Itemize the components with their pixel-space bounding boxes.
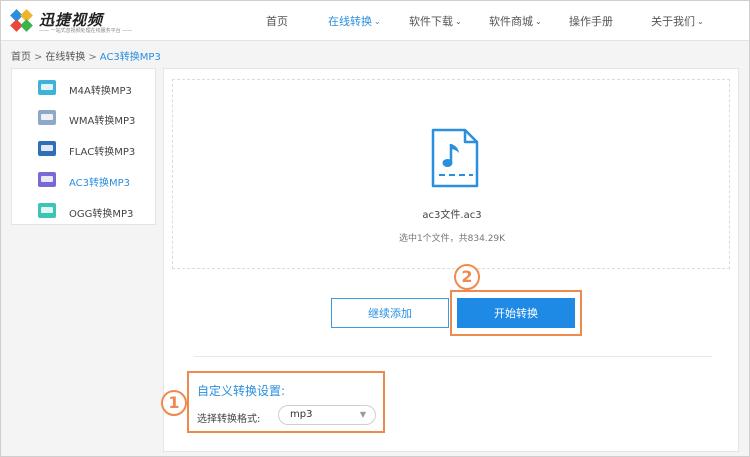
sidebar-item-flac[interactable]: FLAC转换MP3	[38, 139, 148, 159]
start-convert-button[interactable]: 开始转换	[457, 298, 575, 328]
breadcrumb-separator: >	[34, 52, 43, 63]
chevron-down-icon: ⌄	[374, 17, 381, 26]
breadcrumb: 首页 > 在线转换 > AC3转换MP3	[11, 48, 161, 63]
breadcrumb-online-convert[interactable]: 在线转换	[45, 52, 85, 63]
wma-file-icon	[38, 110, 56, 125]
section-divider	[194, 356, 712, 357]
chevron-down-icon: ⌄	[535, 17, 542, 26]
converter-sidebar: M4A转换MP3 WMA转换MP3 FLAC转换MP3 AC3转换MP3 OGG…	[11, 68, 156, 225]
nav-about[interactable]: 关于我们 ⌄	[651, 13, 704, 29]
breadcrumb-home[interactable]: 首页	[11, 52, 31, 63]
m4a-file-icon	[38, 80, 56, 95]
ac3-file-icon	[38, 172, 56, 187]
main-nav: 首页 在线转换 ⌄ 软件下载 ⌄ 软件商城 ⌄ 操作手册 关于我们 ⌄	[1, 1, 749, 41]
sidebar-item-label: AC3转换MP3	[69, 178, 131, 189]
nav-software-store[interactable]: 软件商城 ⌄	[489, 13, 542, 29]
step-2-badge: 2	[454, 264, 480, 290]
nav-online-convert-label: 在线转换	[328, 15, 372, 28]
nav-software-download-label: 软件下载	[409, 15, 453, 28]
chevron-down-icon: ⌄	[455, 17, 462, 26]
add-more-button[interactable]: 继续添加	[331, 298, 449, 328]
sidebar-item-wma[interactable]: WMA转换MP3	[38, 108, 148, 128]
settings-title: 自定义转换设置:	[197, 384, 286, 398]
format-select[interactable]: mp3 ▼	[278, 405, 376, 425]
upload-dropzone[interactable]: ac3文件.ac3 选中1个文件，共834.29K	[172, 79, 730, 269]
step-1-badge: 1	[161, 390, 187, 416]
nav-manual-label: 操作手册	[569, 15, 613, 28]
format-label: 选择转换格式:	[197, 414, 261, 425]
sidebar-item-label: WMA转换MP3	[69, 116, 136, 127]
conversion-panel: ac3文件.ac3 选中1个文件，共834.29K 继续添加 开始转换 2 1 …	[161, 68, 739, 452]
file-summary: 选中1个文件，共834.29K	[398, 234, 506, 244]
sidebar-item-ac3[interactable]: AC3转换MP3	[38, 170, 148, 190]
nav-software-download[interactable]: 软件下载 ⌄	[409, 13, 462, 29]
custom-settings-section: 自定义转换设置: 选择转换格式: mp3 ▼	[187, 371, 385, 433]
nav-manual[interactable]: 操作手册	[569, 13, 613, 29]
nav-online-convert[interactable]: 在线转换 ⌄	[328, 13, 381, 29]
nav-software-store-label: 软件商城	[489, 15, 533, 28]
sidebar-item-label: M4A转换MP3	[69, 86, 132, 97]
ogg-file-icon	[38, 203, 56, 218]
sidebar-item-m4a[interactable]: M4A转换MP3	[38, 78, 148, 98]
top-header: 迅捷视频 —— 一站式音视频处理在线服务平台 —— 首页 在线转换 ⌄ 软件下载 ⌄…	[1, 1, 749, 41]
sidebar-item-label: OGG转换MP3	[69, 209, 134, 220]
nav-about-label: 关于我们	[651, 15, 695, 28]
nav-home[interactable]: 首页	[266, 13, 288, 29]
file-name: ac3文件.ac3	[422, 210, 482, 221]
breadcrumb-separator: >	[88, 52, 97, 63]
breadcrumb-current: AC3转换MP3	[99, 52, 161, 63]
audio-file-icon	[431, 128, 479, 188]
sidebar-item-label: FLAC转换MP3	[69, 147, 136, 158]
caret-down-icon: ▼	[359, 410, 366, 419]
format-selected-value: mp3	[290, 409, 313, 420]
chevron-down-icon: ⌄	[697, 17, 704, 26]
sidebar-item-ogg[interactable]: OGG转换MP3	[38, 201, 148, 221]
nav-home-label: 首页	[266, 15, 288, 28]
flac-file-icon	[38, 141, 56, 156]
